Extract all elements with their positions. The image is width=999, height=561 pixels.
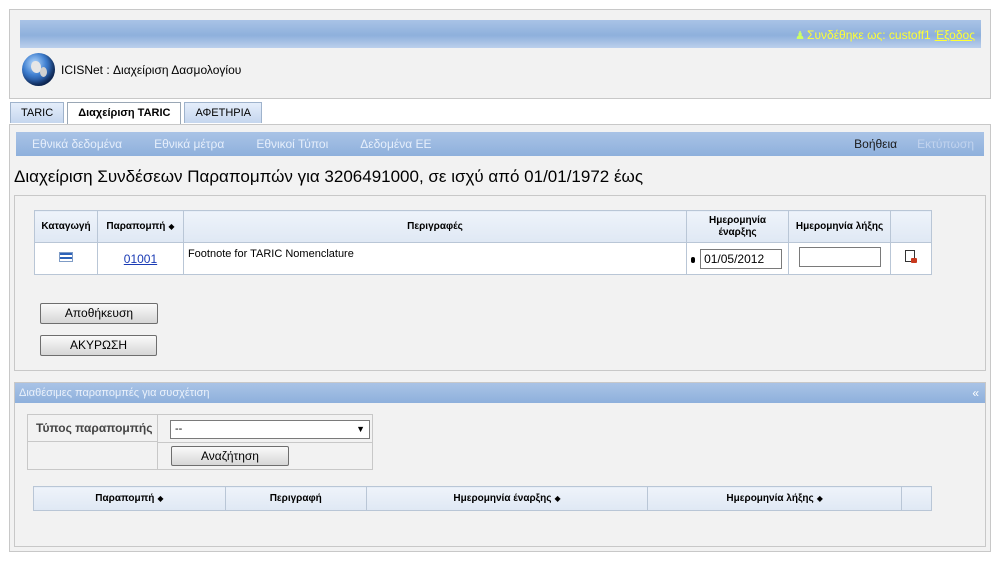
nav-national-types[interactable]: Εθνικοί Τύποι: [240, 137, 344, 151]
sort-icon: ◆: [168, 221, 175, 231]
end-date-input[interactable]: [798, 247, 881, 267]
brand: ICISNet : Διαχείριση Δασμολογίου: [22, 53, 241, 86]
nav-help[interactable]: Βοήθεια: [844, 137, 907, 151]
available-footnotes-section: Διαθέσιμες παραπομπές για συσχέτιση « Τύ…: [14, 382, 986, 547]
table-row: 01001 Footnote for TARIC Nomenclature 01…: [34, 242, 932, 275]
footnote-link[interactable]: 01001: [124, 252, 157, 266]
actions-cell: [890, 242, 932, 275]
links-section: Καταγωγή Παραπομπή ◆ Περιγραφές Ημερομηνί…: [14, 195, 986, 371]
main-panel: Εθνικά δεδομένα Εθνικά μέτρα Εθνικοί Τύπ…: [9, 124, 991, 552]
sort-icon: ◆: [157, 493, 164, 503]
main-tabs: TARIC Διαχείριση TARIC ΑΦΕΤΗΡΙΑ: [10, 102, 265, 125]
nav-national-data[interactable]: Εθνικά δεδομένα: [16, 137, 138, 151]
nav-print[interactable]: Εκτύπωση: [907, 137, 984, 151]
col-avail-start-date[interactable]: Ημερομηνία έναρξης ◆: [365, 486, 649, 511]
available-footnotes-title: Διαθέσιμες παραπομπές για συσχέτιση: [19, 387, 210, 399]
description-cell: Footnote for TARIC Nomenclature: [182, 242, 688, 275]
chevron-down-icon: ▼: [356, 424, 365, 434]
footnote-type-select[interactable]: -- ▼: [170, 420, 370, 439]
user-icon: ♟: [795, 29, 806, 42]
col-actions: [890, 210, 932, 243]
col-start-date: Ημερομηνία έναρξης: [686, 210, 790, 243]
origin-cell: [34, 242, 98, 275]
search-button[interactable]: Αναζήτηση: [171, 446, 289, 466]
tab-afetiria[interactable]: ΑΦΕΤΗΡΙΑ: [184, 102, 263, 123]
start-date-cell: 01/05/2012: [686, 242, 790, 275]
col-avail-description: Περιγραφή: [224, 486, 367, 511]
required-marker: [691, 256, 696, 263]
col-avail-end-date[interactable]: Ημερομηνία λήξης ◆: [647, 486, 902, 511]
col-footnote[interactable]: Παραπομπή ◆: [96, 210, 184, 243]
footnote-cell: 01001: [96, 242, 184, 275]
footnote-links-table: Καταγωγή Παραπομπή ◆ Περιγραφές Ημερομηνί…: [34, 210, 932, 275]
page-title: Διαχείριση Συνδέσεων Παραπομπών για 3206…: [14, 167, 644, 186]
filter-form: Τύπος παραπομπής -- ▼ Αναζήτηση: [27, 414, 373, 470]
end-date-cell: [788, 242, 891, 275]
col-origin: Καταγωγή: [34, 210, 98, 243]
col-avail-actions: [901, 486, 932, 511]
footnote-type-label: Τύπος παραπομπής: [28, 415, 158, 442]
delete-link-icon[interactable]: [904, 250, 918, 264]
nav-eu-data[interactable]: Δεδομένα ΕΕ: [344, 137, 447, 151]
available-footnotes-table: Παραπομπή ◆ Περιγραφή Ημερομηνία έναρξης ◆…: [33, 486, 932, 511]
col-avail-footnote[interactable]: Παραπομπή ◆: [33, 486, 226, 511]
header-bar: ♟ Συνδέθηκε ως: custoff1 Έξοδος: [20, 20, 981, 48]
col-descriptions: Περιγραφές: [182, 210, 688, 243]
nav-bar: Εθνικά δεδομένα Εθνικά μέτρα Εθνικοί Τύπ…: [16, 132, 984, 156]
nav-national-measures[interactable]: Εθνικά μέτρα: [138, 137, 240, 151]
available-footnotes-header: Διαθέσιμες παραπομπές για συσχέτιση «: [15, 383, 985, 403]
logged-in-label: Συνδέθηκε ως: custoff1: [807, 28, 931, 42]
collapse-icon[interactable]: «: [972, 383, 979, 403]
sort-icon: ◆: [554, 493, 561, 503]
logout-link[interactable]: Έξοδος: [935, 28, 975, 42]
start-date-input[interactable]: 01/05/2012: [700, 248, 783, 269]
save-button[interactable]: Αποθήκευση: [40, 303, 158, 324]
greek-flag-icon: [58, 252, 73, 262]
user-info: ♟ Συνδέθηκε ως: custoff1 Έξοδος: [795, 28, 975, 42]
footnote-type-value: --: [175, 423, 183, 435]
sort-icon: ◆: [816, 493, 823, 503]
tab-taric-management[interactable]: Διαχείριση TARIC: [67, 102, 182, 125]
col-end-date: Ημερομηνία λήξης: [788, 210, 891, 243]
app-title: ICISNet : Διαχείριση Δασμολογίου: [61, 62, 242, 77]
tab-taric[interactable]: TARIC: [10, 102, 65, 123]
cancel-button[interactable]: ΑΚΥΡΩΣΗ: [40, 335, 157, 356]
globe-logo-icon: [22, 53, 55, 86]
